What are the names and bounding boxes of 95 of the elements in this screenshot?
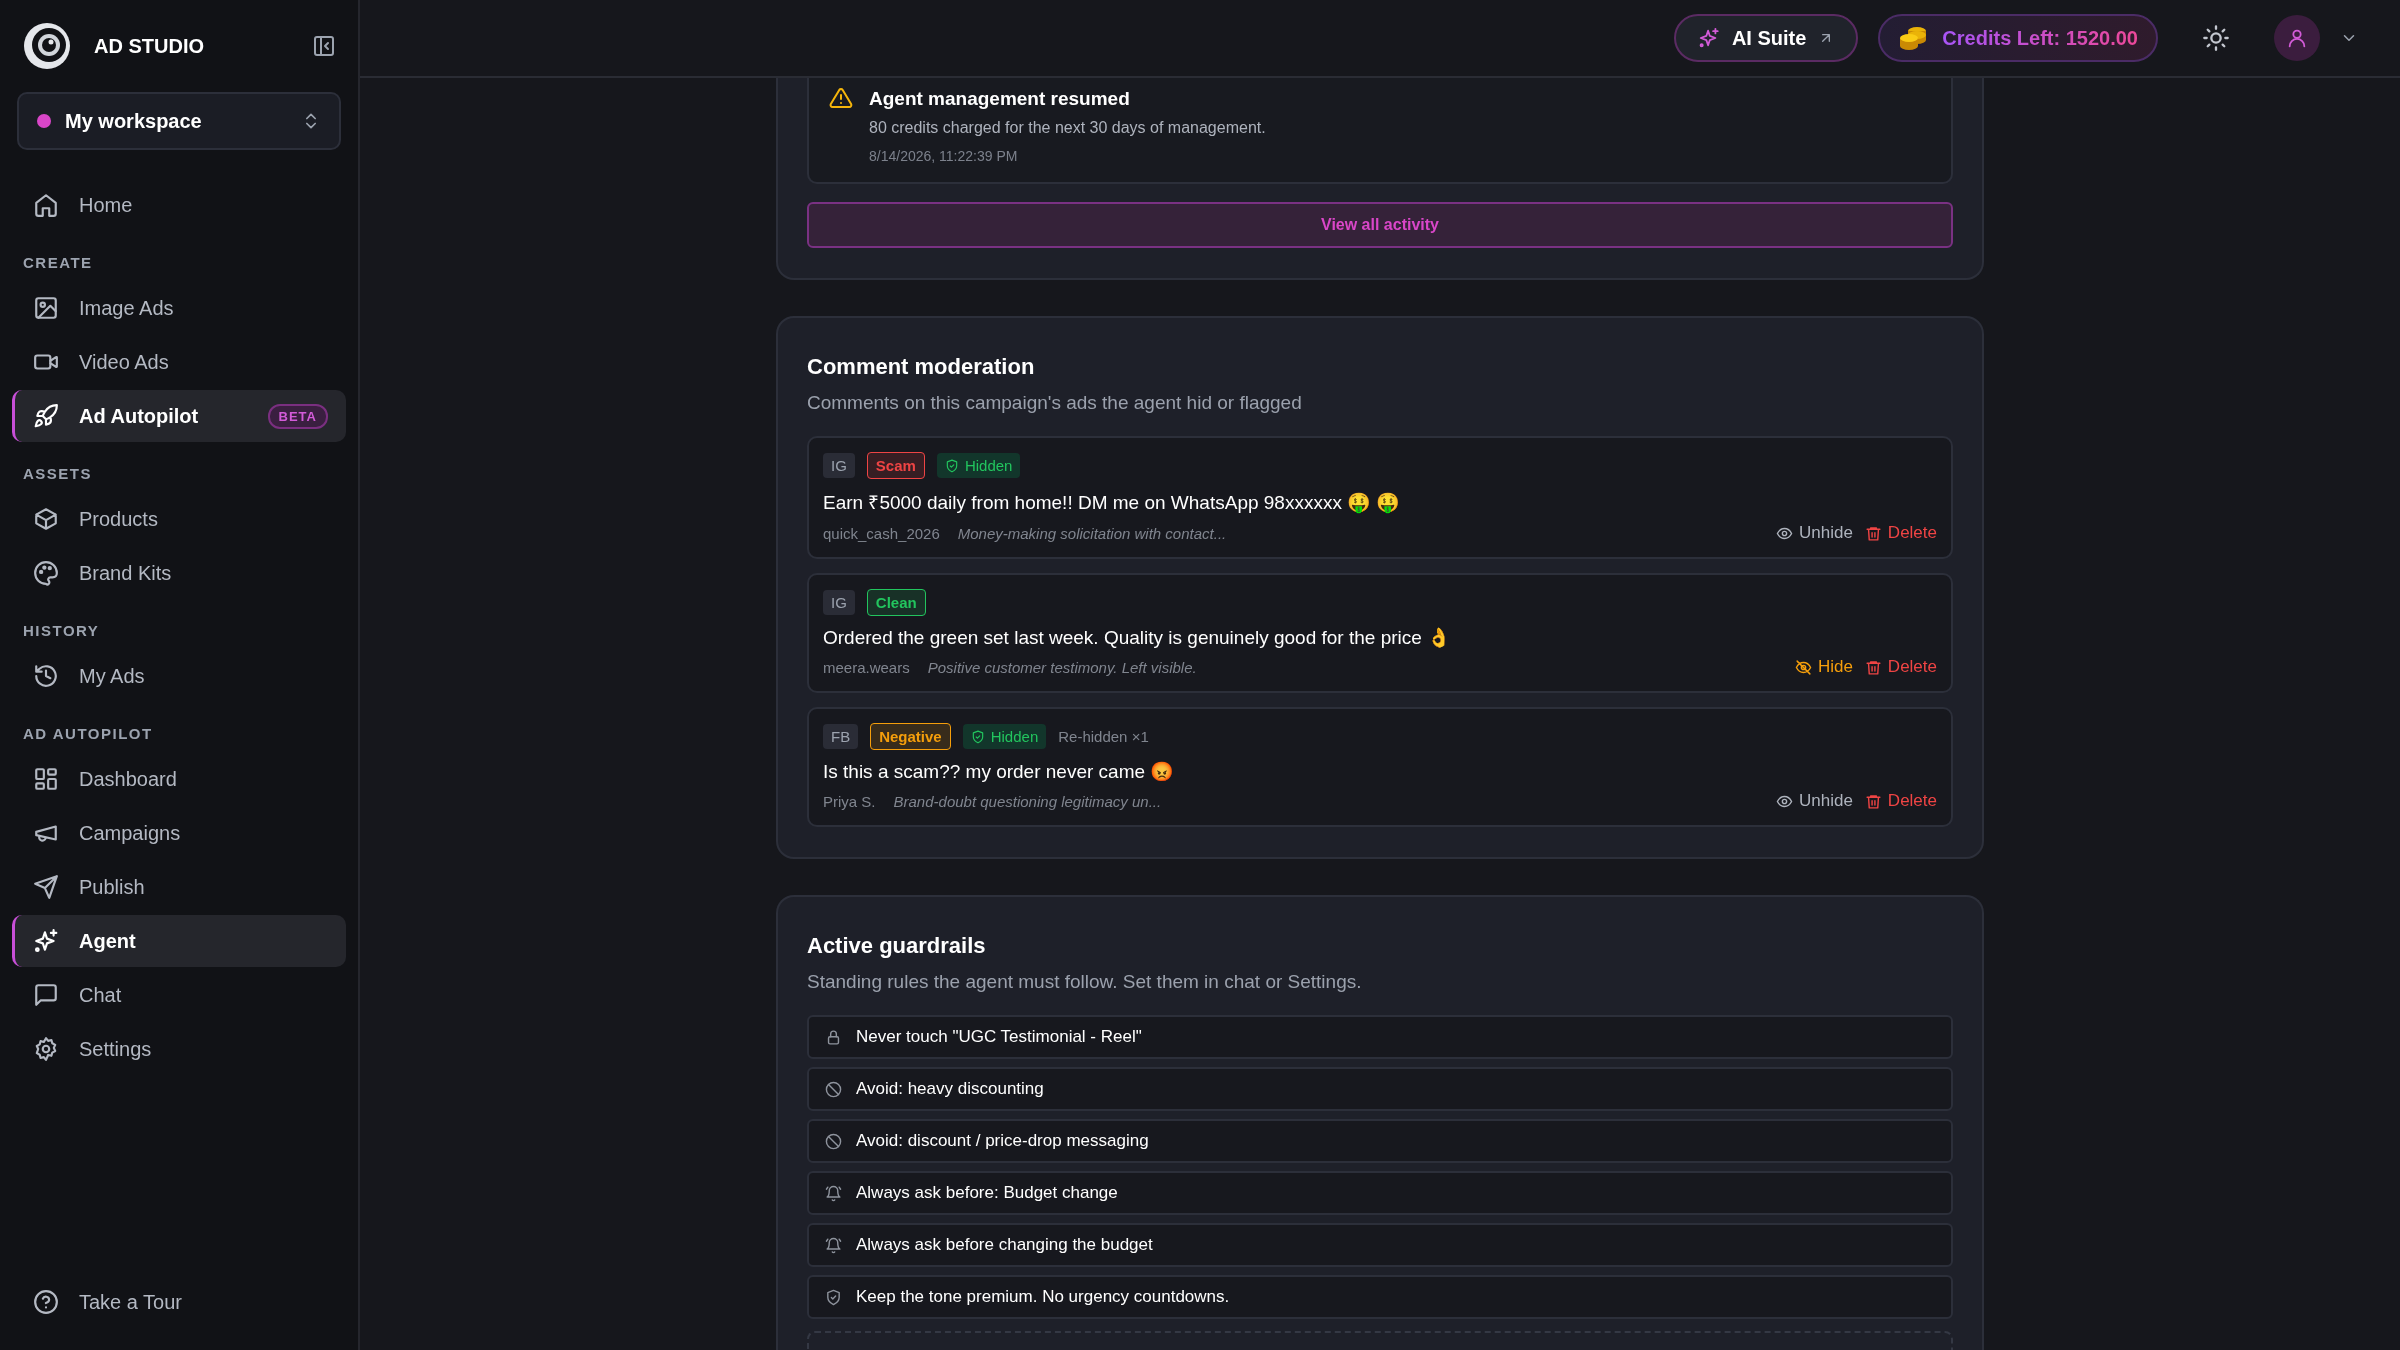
card-subtitle: Comments on this campaign's ads the agent hid or flagged bbox=[807, 392, 1303, 414]
sparkles-icon bbox=[33, 928, 59, 954]
moderation-reason: Money-making solicitation with contact... bbox=[957, 524, 1228, 542]
comment-author: meera.wears bbox=[823, 658, 910, 676]
workspace-selector[interactable]: My workspace bbox=[17, 92, 341, 150]
platform-tag: IG bbox=[823, 453, 855, 478]
avatar-button[interactable] bbox=[2274, 15, 2320, 61]
help-icon bbox=[33, 1289, 59, 1315]
activity-time: 8/14/2026, 11:22:39 PM bbox=[869, 148, 1019, 164]
palette-icon bbox=[33, 560, 59, 586]
guardrail-row: Avoid: heavy discounting bbox=[807, 1067, 1953, 1111]
hidden-status-tag: Hidden bbox=[936, 453, 1021, 478]
package-icon bbox=[33, 506, 59, 532]
guardrail-row: Never touch "UGC Testimonial - Reel" bbox=[807, 1015, 1953, 1059]
nav-item[interactable]: Publish bbox=[12, 861, 346, 913]
unhide-button[interactable]: Unhide bbox=[1776, 523, 1853, 543]
guardrail-row: Keep the tone premium. No urgency countdowns. bbox=[807, 1275, 1953, 1319]
ai-suite-button[interactable]: AI Suite bbox=[1673, 14, 1859, 62]
comment-text: Is this a scam?? my order never came 😡 bbox=[823, 760, 1176, 783]
moderation-reason: Brand-doubt questioning legitimacy un... bbox=[893, 792, 1163, 810]
ban-icon bbox=[825, 1132, 842, 1150]
nav-item[interactable]: My Ads bbox=[12, 650, 346, 702]
brand-name: AD STUDIO bbox=[94, 34, 205, 58]
beta-badge: BETA bbox=[267, 403, 328, 429]
credits-pill: Credits Left: 1520.00 bbox=[1878, 14, 2158, 62]
comment-text: Earn ₹5000 daily from home!! DM me on WhatsApp 98xxxxxx 🤑 🤑 bbox=[823, 491, 1402, 515]
eye-off-icon bbox=[1794, 658, 1812, 676]
comment-author: quick_cash_2026 bbox=[823, 524, 940, 542]
delete-button[interactable]: Delete bbox=[1864, 657, 1937, 677]
history-icon bbox=[33, 663, 59, 689]
section-label: HISTORY bbox=[22, 621, 101, 641]
nav-item[interactable]: Brand Kits bbox=[12, 547, 346, 599]
activity-title: Agent management resumed bbox=[869, 88, 1131, 110]
panel-icon bbox=[312, 34, 336, 58]
moderation-reason: Positive customer testimony. Left visible. bbox=[927, 658, 1198, 676]
settings-icon bbox=[33, 1036, 59, 1062]
trash-icon bbox=[1864, 524, 1882, 542]
take-tour-link[interactable]: Take a Tour bbox=[12, 1276, 346, 1328]
hide-button[interactable]: Hide bbox=[1794, 657, 1853, 677]
user-icon bbox=[2286, 27, 2308, 49]
card-title: Comment moderation bbox=[807, 354, 1036, 380]
unhide-button[interactable]: Unhide bbox=[1776, 791, 1853, 811]
rehidden-note: Re-hidden ×1 bbox=[1058, 727, 1150, 747]
trash-icon bbox=[1864, 658, 1882, 676]
bell-icon bbox=[825, 1236, 842, 1254]
dashboard-icon bbox=[33, 766, 59, 792]
activity-detail: 80 credits charged for the next 30 days of management. bbox=[869, 119, 1266, 137]
guardrail-row: Always ask before changing the budget bbox=[807, 1223, 1953, 1267]
nav-item[interactable]: Image Ads bbox=[12, 282, 346, 334]
paper-plane-icon bbox=[33, 874, 59, 900]
section-label: CREATE bbox=[22, 253, 94, 273]
collapse-sidebar-button[interactable] bbox=[312, 34, 336, 58]
chat-bubble-icon bbox=[33, 982, 59, 1008]
shield-icon bbox=[970, 729, 985, 744]
delete-button[interactable]: Delete bbox=[1864, 791, 1937, 811]
nav-item[interactable]: Campaigns bbox=[12, 807, 346, 859]
guardrail-row: Avoid: discount / price-drop messaging bbox=[807, 1119, 1953, 1163]
delete-button[interactable]: Delete bbox=[1864, 523, 1937, 543]
platform-tag: IG bbox=[823, 590, 855, 615]
nav-item[interactable]: Dashboard bbox=[12, 753, 346, 805]
category-tag: Clean bbox=[866, 589, 926, 616]
category-tag: Scam bbox=[866, 452, 925, 479]
ban-icon bbox=[825, 1080, 842, 1098]
lock-icon bbox=[825, 1028, 842, 1046]
guardrail-row: Always ask before: Budget change bbox=[807, 1171, 1953, 1215]
card-title: Active guardrails bbox=[807, 933, 987, 959]
sparkles-icon bbox=[1697, 27, 1720, 49]
nav-item[interactable]: Agent bbox=[12, 915, 346, 967]
comment-author: Priya S. bbox=[823, 792, 876, 810]
bell-icon bbox=[825, 1184, 842, 1202]
nav-item[interactable]: Products bbox=[12, 493, 346, 545]
comment-text: Ordered the green set last week. Quality is genuinely good for the price 👌 bbox=[823, 626, 1453, 649]
home-icon bbox=[33, 192, 59, 218]
hidden-status-tag: Hidden bbox=[962, 724, 1047, 749]
nav-item[interactable]: Ad Autopilot BETA bbox=[12, 390, 346, 442]
nav-item[interactable]: Chat bbox=[12, 969, 346, 1021]
section-label: ASSETS bbox=[22, 464, 93, 484]
trash-icon bbox=[1864, 792, 1882, 810]
section-label: AD AUTOPILOT bbox=[22, 724, 154, 744]
shield-icon bbox=[825, 1288, 842, 1306]
category-tag: Negative bbox=[870, 723, 951, 750]
view-all-activity-button[interactable]: View all activity bbox=[807, 202, 1953, 248]
card-subtitle: Standing rules the agent must follow. Set them in chat or Settings. bbox=[807, 971, 1363, 993]
nav-item[interactable]: Settings bbox=[12, 1023, 346, 1075]
rocket-icon bbox=[33, 403, 59, 429]
logo-icon bbox=[22, 21, 72, 71]
image-icon bbox=[33, 295, 59, 321]
platform-tag: FB bbox=[823, 724, 859, 749]
shield-icon bbox=[944, 458, 959, 473]
warning-icon bbox=[829, 86, 853, 110]
status-dot bbox=[37, 114, 51, 128]
theme-toggle-icon[interactable] bbox=[2202, 24, 2230, 52]
coins-icon bbox=[1898, 25, 1929, 51]
nav-item[interactable]: Home bbox=[12, 179, 346, 231]
nav-item[interactable]: Video Ads bbox=[12, 336, 346, 388]
